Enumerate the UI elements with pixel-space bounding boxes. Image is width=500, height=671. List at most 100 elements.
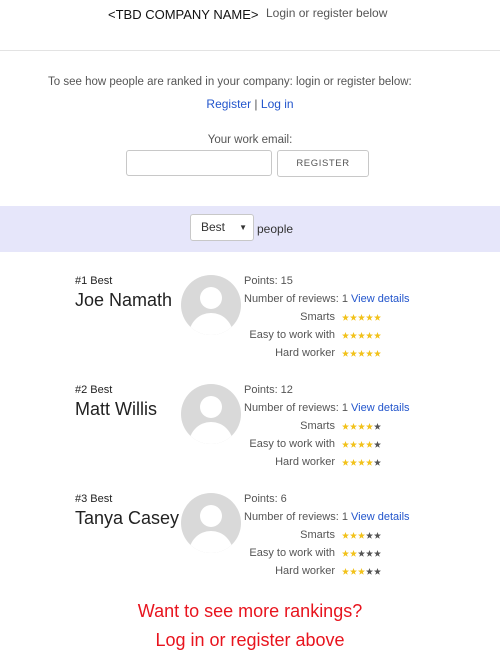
rank-message: To see how people are ranked in your com…: [48, 76, 412, 88]
star-icon: [374, 550, 381, 557]
star-icon: [366, 550, 373, 557]
star-icon: [342, 314, 349, 321]
reviews-label: Number of reviews:: [244, 402, 339, 414]
cta-line-2[interactable]: Log in or register above: [0, 630, 500, 651]
register-button[interactable]: REGISTER: [277, 150, 369, 177]
trait-label: Smarts: [300, 420, 335, 432]
avatar-head: [200, 396, 222, 418]
trait-label: Smarts: [300, 311, 335, 323]
default-avatar-icon: [181, 493, 241, 553]
star-icon: [342, 350, 349, 357]
view-details-link[interactable]: View details: [351, 402, 410, 414]
default-avatar-icon: [181, 384, 241, 444]
email-field[interactable]: [126, 150, 272, 176]
star-icon: [358, 350, 365, 357]
trait-label: Easy to work with: [249, 329, 335, 341]
star-icon: [366, 332, 373, 339]
star-icon: [358, 441, 365, 448]
reviews-label: Number of reviews:: [244, 293, 339, 305]
star-icon: [350, 423, 357, 430]
star-icon: [342, 568, 349, 575]
avatar-head: [200, 287, 222, 309]
person-name: Matt Willis: [75, 399, 157, 419]
reviews-row: Number of reviews: 1 View details: [244, 402, 410, 414]
reviews-label: Number of reviews:: [244, 511, 339, 523]
trait-label: Hard worker: [275, 456, 335, 468]
star-icon: [366, 532, 373, 539]
reviews-row: Number of reviews: 1 View details: [244, 293, 410, 305]
star-icon: [374, 332, 381, 339]
auth-links: Register | Log in: [0, 97, 500, 111]
reviews-count: 1: [341, 402, 348, 414]
star-icon: [358, 550, 365, 557]
default-avatar-icon: [181, 275, 241, 335]
star-icon: [350, 568, 357, 575]
view-details-link[interactable]: View details: [351, 293, 410, 305]
star-icon: [358, 532, 365, 539]
company-name: <TBD COMPANY NAME>: [108, 7, 259, 22]
email-label: Your work email:: [0, 134, 500, 146]
points-label: Points: 6: [244, 493, 287, 505]
star-icon: [350, 459, 357, 466]
avatar-head: [200, 505, 222, 527]
link-separator: |: [251, 97, 261, 111]
header-login-text: Login or register below: [266, 6, 388, 20]
ranking-entry: #1 Best Joe Namath Points: 15 Number of …: [0, 275, 500, 384]
star-icon: [350, 314, 357, 321]
person-name: Tanya Casey: [75, 508, 180, 528]
star-icon: [374, 314, 381, 321]
star-icon: [374, 568, 381, 575]
register-link[interactable]: Register: [206, 97, 251, 111]
star-icon: [358, 314, 365, 321]
star-icon: [342, 441, 349, 448]
avatar-body: [189, 422, 233, 444]
star-icon: [374, 441, 381, 448]
trait-label: Hard worker: [275, 347, 335, 359]
star-icon: [366, 314, 373, 321]
filter-suffix: people: [257, 222, 294, 236]
star-icon: [358, 459, 365, 466]
star-icon: [342, 550, 349, 557]
trait-label: Easy to work with: [249, 438, 335, 450]
star-icon: [374, 459, 381, 466]
star-icon: [350, 350, 357, 357]
avatar-body: [189, 313, 233, 335]
reviews-count: 1: [341, 511, 348, 523]
star-icon: [358, 332, 365, 339]
star-icon: [366, 350, 373, 357]
trait-label: Hard worker: [275, 565, 335, 577]
star-icon: [366, 441, 373, 448]
rank-label: #1 Best: [75, 275, 113, 287]
page-header: <TBD COMPANY NAME> Login or register bel…: [0, 0, 500, 51]
reviews-row: Number of reviews: 1 View details: [244, 511, 410, 523]
star-icon: [350, 532, 357, 539]
star-icon: [342, 423, 349, 430]
points-label: Points: 12: [244, 384, 293, 396]
rank-label: #2 Best: [75, 384, 113, 396]
star-icon: [366, 423, 373, 430]
star-icon: [350, 332, 357, 339]
avatar-body: [189, 531, 233, 553]
person-name: Joe Namath: [75, 290, 173, 310]
star-icon: [374, 423, 381, 430]
rank-label: #3 Best: [75, 493, 113, 505]
star-icon: [342, 532, 349, 539]
star-icon: [342, 459, 349, 466]
ranking-entry: #3 Best Tanya Casey Points: 6 Number of …: [0, 493, 500, 602]
star-icon: [374, 350, 381, 357]
cta-line-1: Want to see more rankings?: [137, 601, 363, 621]
ranking-entry: #2 Best Matt Willis Points: 12 Number of…: [0, 384, 500, 493]
chevron-down-icon: ▼: [239, 223, 247, 232]
view-details-link[interactable]: View details: [351, 511, 410, 523]
ranking-filter-select[interactable]: Best ▼: [190, 214, 254, 241]
star-icon: [366, 568, 373, 575]
login-link[interactable]: Log in: [261, 97, 294, 111]
star-icon: [358, 568, 365, 575]
star-icon: [358, 423, 365, 430]
email-label-text: Your work email:: [207, 134, 293, 146]
star-icon: [374, 532, 381, 539]
trait-label: Easy to work with: [249, 547, 335, 559]
star-icon: [342, 332, 349, 339]
star-icon: [350, 441, 357, 448]
points-label: Points: 15: [244, 275, 293, 287]
